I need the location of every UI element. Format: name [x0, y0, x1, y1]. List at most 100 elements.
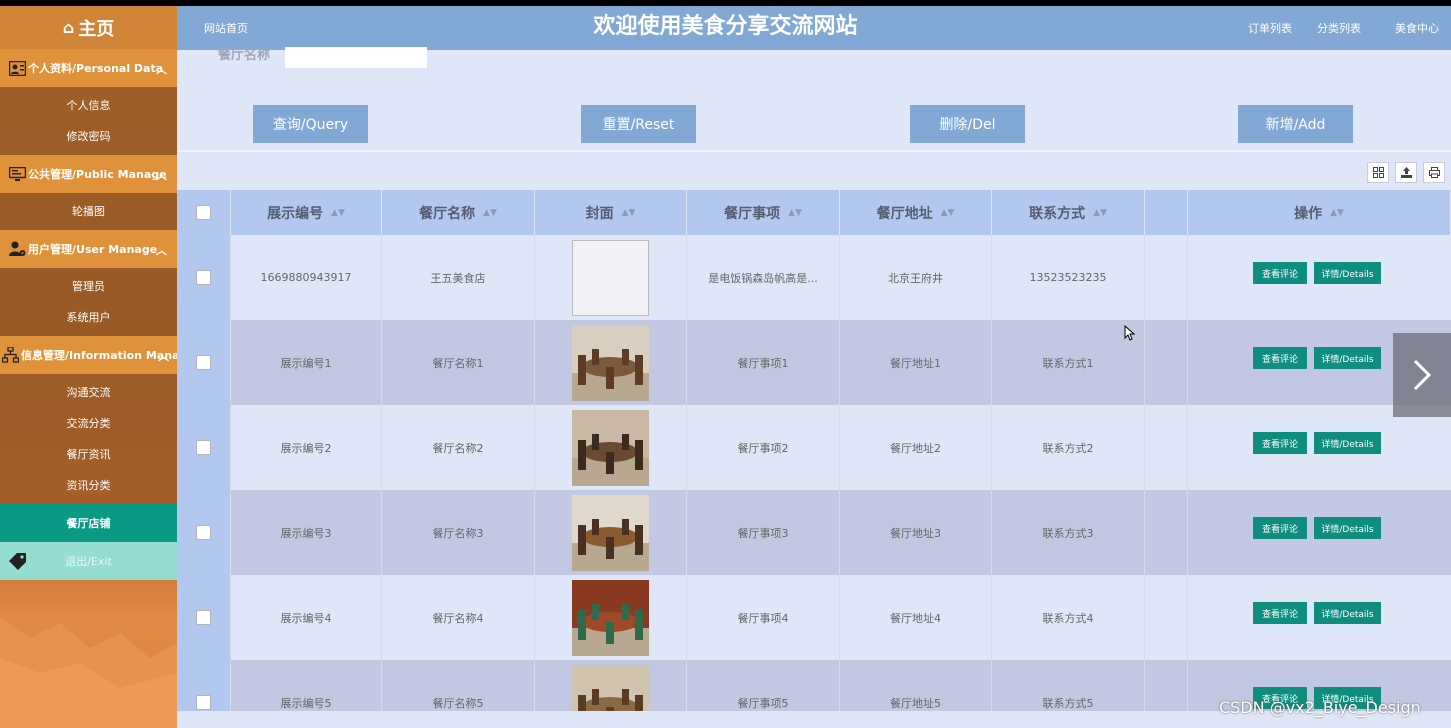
row-checkbox[interactable] [196, 440, 211, 455]
sidebar-group-label: 公共管理/Public Manage [28, 168, 167, 181]
broken-image-icon [572, 239, 649, 316]
cover-image [572, 409, 649, 486]
cell-address: 北京王府井 [840, 235, 992, 320]
sidebar-item-admin[interactable]: 管理员 [0, 270, 177, 301]
cell-contact: 13523523235 [992, 235, 1145, 320]
sidebar-item-profile[interactable]: 个人信息 [0, 89, 177, 120]
row-checkbox[interactable] [196, 525, 211, 540]
cell-matter: 餐厅事项3 [687, 490, 840, 575]
row-checkbox[interactable] [196, 610, 211, 625]
watermark: CSDN @vx2_Biye_Design [1219, 698, 1421, 717]
sidebar-group-information[interactable]: 信息管理/Information Manage ︿ [0, 336, 177, 374]
cell-blank [1145, 575, 1188, 660]
sidebar-exit-label: 退出/Exit [65, 555, 112, 568]
cell-name: 餐厅名称3 [382, 490, 535, 575]
cell-blank [1145, 405, 1188, 490]
cell-id: 展示编号5 [231, 660, 382, 711]
cell-address: 餐厅地址1 [840, 320, 992, 405]
sitemap-icon [2, 347, 19, 363]
cell-cover [535, 660, 687, 711]
cell-id: 展示编号3 [231, 490, 382, 575]
cell-contact: 联系方式1 [992, 320, 1145, 405]
sidebar-exit[interactable]: 退出/Exit [0, 542, 177, 580]
cell-blank [1145, 235, 1188, 320]
table-row: 展示编号4 餐厅名称4 餐厅事项4 餐厅地址4 联系方式4 查看评论 详情/Details [177, 575, 1451, 660]
sidebar-group-label: 信息管理/Information Manage [21, 349, 177, 362]
row-select-cell [177, 575, 231, 660]
chevron-right-icon[interactable] [1393, 333, 1451, 417]
sidebar-item-restaurant-news[interactable]: 餐厅资讯 [0, 438, 177, 469]
sidebar-group-label: 用户管理/User Manage [28, 243, 158, 256]
view-comments-button[interactable]: 查看评论 [1253, 347, 1307, 369]
cell-matter: 餐厅事项4 [687, 575, 840, 660]
cell-id: 展示编号4 [231, 575, 382, 660]
table-row: 1669880943917 王五美食店 是电饭锅森岛帆高是... 北京王府井 13523… [177, 235, 1451, 320]
cell-cover [535, 490, 687, 575]
cell-cover [535, 575, 687, 660]
cell-id: 1669880943917 [231, 235, 382, 320]
details-button[interactable]: 详情/Details [1314, 517, 1381, 539]
monitor-icon [8, 166, 26, 182]
cell-cover [535, 235, 687, 320]
cover-image [572, 494, 649, 571]
cell-name: 餐厅名称5 [382, 660, 535, 711]
sidebar: ⌂ 主页 个人资料/Personal Data ︿ 个人信息 修改密码 公共管理… [0, 6, 177, 728]
row-checkbox[interactable] [196, 695, 211, 710]
cell-address: 餐厅地址2 [840, 405, 992, 490]
sidebar-item-carousel[interactable]: 轮播图 [0, 195, 177, 226]
cover-image [572, 579, 649, 656]
site-title: 欢迎使用美食分享交流网站 [593, 14, 858, 39]
cell-matter: 餐厅事项5 [687, 660, 840, 711]
cell-matter: 是电饭锅森岛帆高是... [687, 235, 840, 320]
row-checkbox[interactable] [196, 270, 211, 285]
sidebar-item-system-users[interactable]: 系统用户 [0, 301, 177, 332]
main-content: 餐厅名称 查询/Query 重置/Reset 删除/Del 新增/Add 展示编… [177, 47, 1451, 728]
row-checkbox[interactable] [196, 355, 211, 370]
cell-cover [535, 405, 687, 490]
cell-blank [1145, 490, 1188, 575]
sidebar-group-users[interactable]: 用户管理/User Manage ︿ [0, 230, 177, 268]
table-body: 1669880943917 王五美食店 是电饭锅森岛帆高是... 北京王府井 13523… [177, 50, 1451, 711]
chevron-up-icon: ︿ [156, 244, 167, 257]
table-row: 展示编号3 餐厅名称3 餐厅事项3 餐厅地址3 联系方式3 查看评论 详情/Details [177, 490, 1451, 575]
details-button[interactable]: 详情/Details [1314, 432, 1381, 454]
cell-name: 餐厅名称2 [382, 405, 535, 490]
row-select-cell [177, 235, 231, 320]
details-button[interactable]: 详情/Details [1314, 262, 1381, 284]
sidebar-item-password[interactable]: 修改密码 [0, 120, 177, 151]
view-comments-button[interactable]: 查看评论 [1253, 432, 1307, 454]
cell-matter: 餐厅事项2 [687, 405, 840, 490]
sidebar-group-public[interactable]: 公共管理/Public Manage ︿ [0, 155, 177, 193]
table-row: 展示编号2 餐厅名称2 餐厅事项2 餐厅地址2 联系方式2 查看评论 详情/Details [177, 405, 1451, 490]
cell-name: 王五美食店 [382, 235, 535, 320]
cell-cover [535, 320, 687, 405]
cell-contact: 联系方式4 [992, 575, 1145, 660]
sidebar-item-communication[interactable]: 沟通交流 [0, 376, 177, 407]
view-comments-button[interactable]: 查看评论 [1253, 602, 1307, 624]
view-comments-button[interactable]: 查看评论 [1253, 517, 1307, 539]
tag-icon [8, 552, 28, 573]
cell-address: 餐厅地址4 [840, 575, 992, 660]
cell-blank [1145, 660, 1188, 711]
user-gear-icon [8, 241, 26, 257]
sidebar-item-comm-category[interactable]: 交流分类 [0, 407, 177, 438]
cover-image [572, 664, 649, 711]
details-button[interactable]: 详情/Details [1314, 347, 1381, 369]
cell-name: 餐厅名称1 [382, 320, 535, 405]
row-select-cell [177, 660, 231, 711]
row-select-cell [177, 320, 231, 405]
view-comments-button[interactable]: 查看评论 [1253, 262, 1307, 284]
sidebar-item-news-category[interactable]: 资讯分类 [0, 469, 177, 500]
sidebar-item-restaurant-shops[interactable]: 餐厅店铺 [0, 504, 177, 542]
sidebar-group-personal[interactable]: 个人资料/Personal Data ︿ [0, 49, 177, 87]
table-row: 展示编号1 餐厅名称1 餐厅事项1 餐厅地址1 联系方式1 查看评论 详情/Details [177, 320, 1451, 405]
cell-name: 餐厅名称4 [382, 575, 535, 660]
details-button[interactable]: 详情/Details [1314, 602, 1381, 624]
chevron-up-icon: ︿ [156, 63, 167, 76]
cell-address: 餐厅地址5 [840, 660, 992, 711]
cell-blank [1145, 320, 1188, 405]
cell-id: 展示编号1 [231, 320, 382, 405]
cell-contact: 联系方式5 [992, 660, 1145, 711]
cell-contact: 联系方式3 [992, 490, 1145, 575]
chevron-up-icon: ︿ [156, 169, 167, 182]
